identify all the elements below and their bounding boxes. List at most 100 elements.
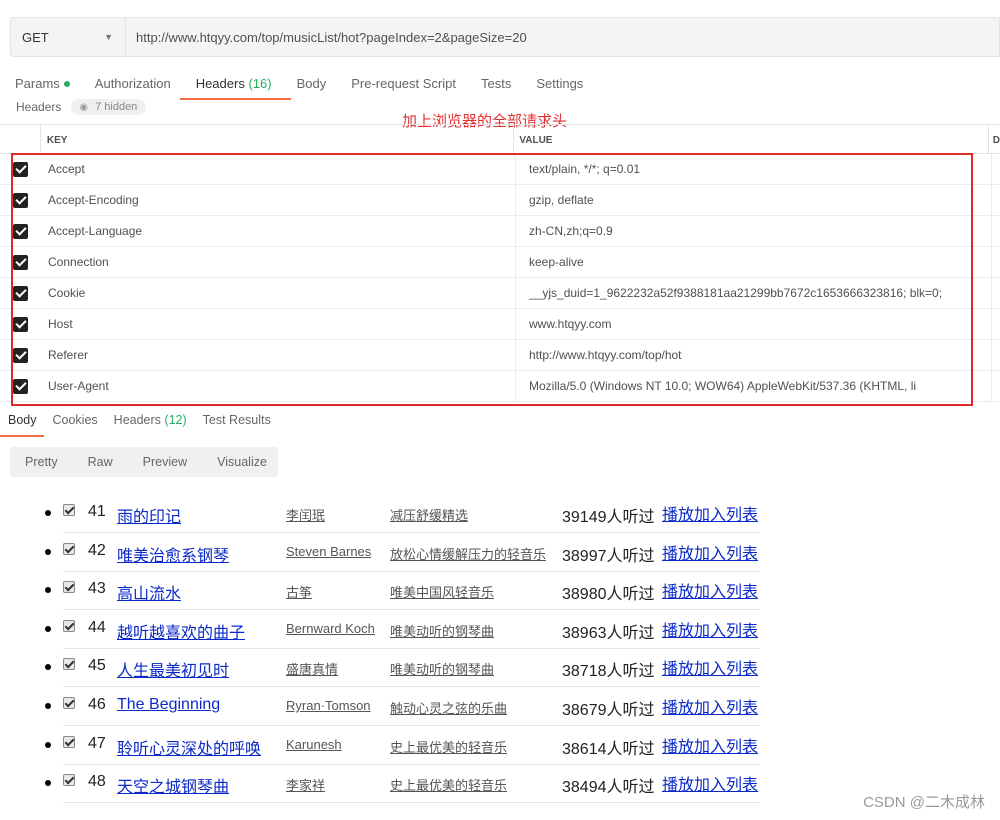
table-row: Cookie __yjs_duid=1_9622232a52f9388181aa2… xyxy=(0,277,1000,309)
row-checkbox[interactable] xyxy=(13,285,28,301)
play-add-link[interactable]: 播放加入列表 xyxy=(662,655,758,679)
tab-params[interactable]: Params xyxy=(15,70,70,100)
table-row: Accept-Language zh-CN,zh;q=0.9 xyxy=(0,215,1000,247)
play-add-link[interactable]: 播放加入列表 xyxy=(662,540,758,564)
tab-headers[interactable]: Headers (16) xyxy=(179,70,291,100)
song-title-link[interactable]: 唯美治愈系钢琴 xyxy=(117,542,229,566)
song-title-link[interactable]: 雨的印记 xyxy=(117,503,181,527)
song-checkbox[interactable] xyxy=(63,542,75,555)
song-checkbox[interactable] xyxy=(63,504,75,516)
song-title-link[interactable]: 人生最美初见时 xyxy=(117,657,229,681)
song-play-count: 38614人听过 xyxy=(562,740,655,758)
header-value[interactable]: www.htqyy.com xyxy=(516,308,992,340)
list-item: 43 高山流水 古筝 唯美中国风轻音乐 38980人听过 播放加入列表 xyxy=(0,572,760,611)
header-key[interactable]: Accept xyxy=(41,153,516,185)
header-value[interactable]: zh-CN,zh;q=0.9 xyxy=(516,215,992,247)
row-checkbox[interactable] xyxy=(13,223,28,239)
list-item: 44 越听越喜欢的曲子 Bernward Koch 唯美动听的钢琴曲 38963人听过播… xyxy=(0,611,760,649)
song-checkbox[interactable] xyxy=(63,658,75,671)
song-checkbox[interactable] xyxy=(63,619,75,632)
song-title-link[interactable]: The Beginning xyxy=(117,696,220,714)
header-value[interactable]: gzip, deflate xyxy=(516,184,992,216)
tab-response-cookies[interactable]: Cookies xyxy=(53,409,98,437)
song-album-link[interactable]: 唯美动听的钢琴曲 xyxy=(390,621,494,640)
song-title-link[interactable]: 聆听心灵深处的呼唤 xyxy=(117,735,261,759)
chevron-down-icon: ▼ xyxy=(104,32,113,42)
header-value[interactable]: Mozilla/5.0 (Windows NT 10.0; WOW64) App… xyxy=(516,370,992,402)
header-value[interactable]: __yjs_duid=1_9622232a52f9388181aa21299bb… xyxy=(516,277,992,309)
tab-settings[interactable]: Settings xyxy=(536,70,583,100)
song-title-link[interactable]: 高山流水 xyxy=(117,580,181,604)
song-album-link[interactable]: 触动心灵之弦的乐曲 xyxy=(390,698,507,717)
song-title-link[interactable]: 越听越喜欢的曲子 xyxy=(117,619,245,643)
play-add-link[interactable]: 播放加入列表 xyxy=(662,617,758,641)
play-add-link[interactable]: 播放加入列表 xyxy=(662,501,758,525)
song-play-count: 38980人听过 xyxy=(562,586,655,604)
play-add-link[interactable]: 播放加入列表 xyxy=(662,771,758,795)
song-artist-link[interactable]: Karunesh xyxy=(286,737,342,752)
header-key[interactable]: Accept-Encoding xyxy=(41,184,516,216)
headers-count: (16) xyxy=(248,76,272,91)
row-checkbox[interactable] xyxy=(13,378,28,394)
song-checkbox[interactable] xyxy=(63,735,75,748)
song-artist-link[interactable]: 古筝 xyxy=(286,582,312,601)
header-value[interactable]: http://www.htqyy.com/top/hot xyxy=(516,339,992,371)
song-checkbox[interactable] xyxy=(63,774,75,787)
song-artist-link[interactable]: 李家祥 xyxy=(286,775,325,794)
song-artist-link[interactable]: 盛唐真情 xyxy=(286,659,338,678)
tab-prerequest-script[interactable]: Pre-request Script xyxy=(351,70,456,100)
method-select[interactable]: GET ▼ xyxy=(11,18,126,56)
mode-visualize[interactable]: Visualize xyxy=(217,455,267,469)
headers-subheader: Headers ◉ 7 hidden xyxy=(16,99,147,115)
song-album-link[interactable]: 唯美中国风轻音乐 xyxy=(390,582,494,601)
tab-authorization[interactable]: Authorization xyxy=(95,70,171,100)
mode-preview[interactable]: Preview xyxy=(143,455,187,469)
row-checkbox[interactable] xyxy=(13,316,28,332)
header-key[interactable]: Referer xyxy=(41,339,516,371)
hidden-headers-toggle[interactable]: ◉ 7 hidden xyxy=(71,99,147,115)
song-play-count: 38679人听过 xyxy=(562,702,655,719)
song-artist-link[interactable]: Bernward Koch xyxy=(286,621,375,636)
song-album-link[interactable]: 史上最优美的轻音乐 xyxy=(390,737,507,756)
song-album-link[interactable]: 唯美动听的钢琴曲 xyxy=(390,659,494,678)
bullet-icon xyxy=(45,587,51,594)
song-checkbox[interactable] xyxy=(63,697,75,709)
tab-body[interactable]: Body xyxy=(297,70,327,100)
song-checkbox[interactable] xyxy=(63,581,75,594)
song-artist-link[interactable]: Steven Barnes xyxy=(286,544,371,559)
mode-raw[interactable]: Raw xyxy=(88,455,113,469)
play-add-link[interactable]: 播放加入列表 xyxy=(662,733,758,757)
row-checkbox[interactable] xyxy=(13,192,28,208)
response-mode-bar: Pretty Raw Preview Visualize xyxy=(10,447,278,477)
row-checkbox[interactable] xyxy=(13,161,28,177)
table-row: Accept text/plain, */*; q=0.01 xyxy=(0,153,1000,185)
song-album-link[interactable]: 减压舒缓精选 xyxy=(390,505,468,524)
song-title-link[interactable]: 天空之城钢琴曲 xyxy=(117,773,229,797)
play-add-link[interactable]: 播放加入列表 xyxy=(662,578,758,602)
header-value[interactable]: text/plain, */*; q=0.01 xyxy=(516,153,992,185)
tab-response-headers[interactable]: Headers (12) xyxy=(114,409,187,437)
tab-response-body[interactable]: Body xyxy=(0,409,43,437)
song-album-link[interactable]: 史上最优美的轻音乐 xyxy=(390,775,507,794)
row-checkbox[interactable] xyxy=(13,254,28,270)
header-key[interactable]: Accept-Language xyxy=(41,215,516,247)
song-number: 41 xyxy=(88,503,106,520)
song-artist-link[interactable]: Ryran·Tomson xyxy=(286,698,371,713)
song-artist-link[interactable]: 李闰珉 xyxy=(286,505,325,524)
list-item: 41 雨的印记 李闰珉 减压舒缓精选 39149人听过 播放加入列表 xyxy=(0,495,760,533)
play-add-link[interactable]: 播放加入列表 xyxy=(662,694,758,718)
header-key[interactable]: Cookie xyxy=(41,277,516,309)
song-play-count: 38963人听过 xyxy=(562,624,655,642)
header-key[interactable]: Host xyxy=(41,308,516,340)
mode-pretty[interactable]: Pretty xyxy=(25,455,58,469)
song-number: 48 xyxy=(88,773,106,791)
song-play-count: 38494人听过 xyxy=(562,779,655,797)
header-value[interactable]: keep-alive xyxy=(516,246,992,278)
header-key[interactable]: Connection xyxy=(41,246,516,278)
tab-test-results[interactable]: Test Results xyxy=(203,409,271,437)
header-key[interactable]: User-Agent xyxy=(41,370,516,402)
row-checkbox[interactable] xyxy=(13,347,28,363)
url-input[interactable]: http://www.htqyy.com/top/musicList/hot?p… xyxy=(126,18,999,56)
tab-tests[interactable]: Tests xyxy=(481,70,511,100)
song-album-link[interactable]: 放松心情缓解压力的轻音乐 xyxy=(390,544,546,563)
